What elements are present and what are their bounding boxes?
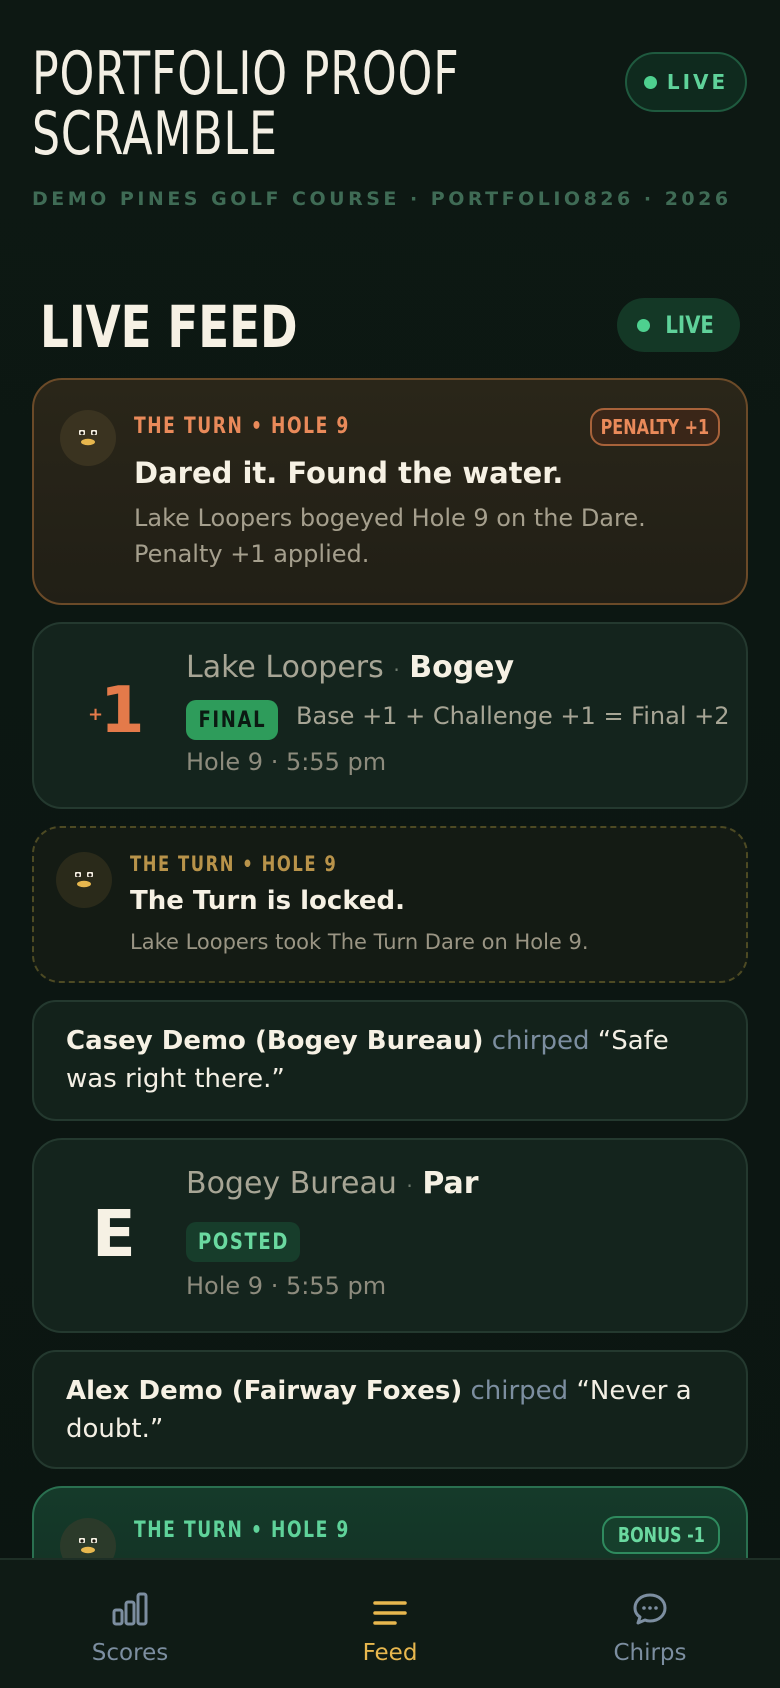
bar-chart-icon	[50, 1586, 210, 1626]
score-feed-card[interactable]: + 1 Lake Loopers · Bogey FINAL Base +1 +…	[32, 622, 748, 809]
nav-tab-feed[interactable]: Feed	[310, 1586, 470, 1666]
event-title: PORTFOLIO PROOF SCRAMBLE	[32, 39, 460, 169]
chirp-feed-card[interactable]: Casey Demo (Bogey Bureau) chirped “Safe …	[32, 1000, 748, 1121]
hole-result: Par	[422, 1166, 479, 1201]
nav-label-feed: Feed	[362, 1640, 418, 1666]
menu-lines-icon	[310, 1586, 470, 1626]
bottom-nav: Scores Feed Chirps	[0, 1558, 780, 1688]
bonus-badge-label: BONUS -1	[617, 1523, 705, 1547]
hole-result: Bogey	[409, 650, 515, 685]
chirp-author: Casey Demo (Bogey Bureau)	[66, 1026, 484, 1056]
nav-tab-scores[interactable]: Scores	[50, 1586, 210, 1666]
final-status-label: FINAL	[198, 707, 266, 733]
chirp-verb: chirped	[470, 1376, 569, 1406]
locked-card-body: Lake Loopers took The Turn Dare on Hole …	[130, 930, 589, 954]
chirp-author: Alex Demo (Fairway Foxes)	[66, 1376, 463, 1406]
score-value: E	[92, 1198, 136, 1272]
nav-label-scores: Scores	[91, 1640, 169, 1666]
team-result-line: Lake Loopers · Bogey	[186, 650, 514, 685]
chirp-text: Alex Demo (Fairway Foxes) chirped “Never…	[66, 1372, 726, 1448]
team-separator: ·	[406, 1174, 413, 1198]
bonus-badge: BONUS -1	[602, 1516, 720, 1554]
penalty-badge: PENALTY +1	[590, 408, 720, 446]
feed-live-dot-icon	[637, 318, 651, 332]
live-status-badge: LIVE	[625, 52, 747, 112]
nav-tab-chirps[interactable]: Chirps	[570, 1586, 730, 1666]
live-status-label: LIVE	[666, 70, 729, 94]
live-dot-icon	[643, 75, 657, 89]
penalty-feed-card[interactable]: THE TURN • HOLE 9 PENALTY +1 Dared it. F…	[32, 378, 748, 605]
duck-avatar-icon	[60, 410, 116, 466]
team-name: Bogey Bureau	[186, 1166, 397, 1201]
chirp-feed-card[interactable]: Alex Demo (Fairway Foxes) chirped “Never…	[32, 1350, 748, 1469]
penalty-card-title: Dared it. Found the water.	[134, 456, 564, 490]
bonus-card-eyebrow: THE TURN • HOLE 9	[134, 1518, 350, 1543]
score-meta: Hole 9 · 5:55 pm	[186, 1272, 387, 1300]
team-result-line: Bogey Bureau · Par	[186, 1166, 479, 1201]
chirp-verb: chirped	[491, 1026, 590, 1056]
posted-status-badge: POSTED	[186, 1222, 300, 1262]
event-subtitle: DEMO PINES GOLF COURSE · PORTFOLIO826 · …	[32, 188, 732, 210]
feed-live-label: LIVE	[665, 311, 715, 339]
locked-feed-card[interactable]: THE TURN • HOLE 9 The Turn is locked. La…	[32, 826, 748, 983]
penalty-badge-label: PENALTY +1	[600, 415, 710, 439]
posted-status-label: POSTED	[197, 1229, 289, 1255]
locked-card-title: The Turn is locked.	[130, 886, 406, 916]
team-name: Lake Loopers	[186, 650, 384, 685]
feed-section-title: LIVE FEED	[40, 293, 298, 361]
score-value: 1	[100, 674, 145, 748]
final-status-badge: FINAL	[186, 700, 278, 740]
feed-live-badge: LIVE	[617, 298, 740, 352]
team-separator: ·	[393, 658, 400, 682]
chirp-text: Casey Demo (Bogey Bureau) chirped “Safe …	[66, 1022, 726, 1098]
score-meta: Hole 9 · 5:55 pm	[186, 748, 387, 776]
nav-label-chirps: Chirps	[613, 1640, 687, 1666]
chat-bubble-icon	[570, 1586, 730, 1626]
locked-card-eyebrow: THE TURN • HOLE 9	[130, 852, 338, 876]
score-formula: Base +1 + Challenge +1 = Final +2	[296, 702, 730, 730]
app-screen: PORTFOLIO PROOF SCRAMBLE LIVE DEMO PINES…	[0, 0, 780, 1688]
penalty-card-eyebrow: THE TURN • HOLE 9	[134, 414, 350, 439]
score-feed-card[interactable]: E Bogey Bureau · Par POSTED Hole 9 · 5:5…	[32, 1138, 748, 1333]
penalty-card-body: Lake Loopers bogeyed Hole 9 on the Dare.…	[134, 504, 646, 568]
duck-avatar-icon	[56, 852, 112, 908]
